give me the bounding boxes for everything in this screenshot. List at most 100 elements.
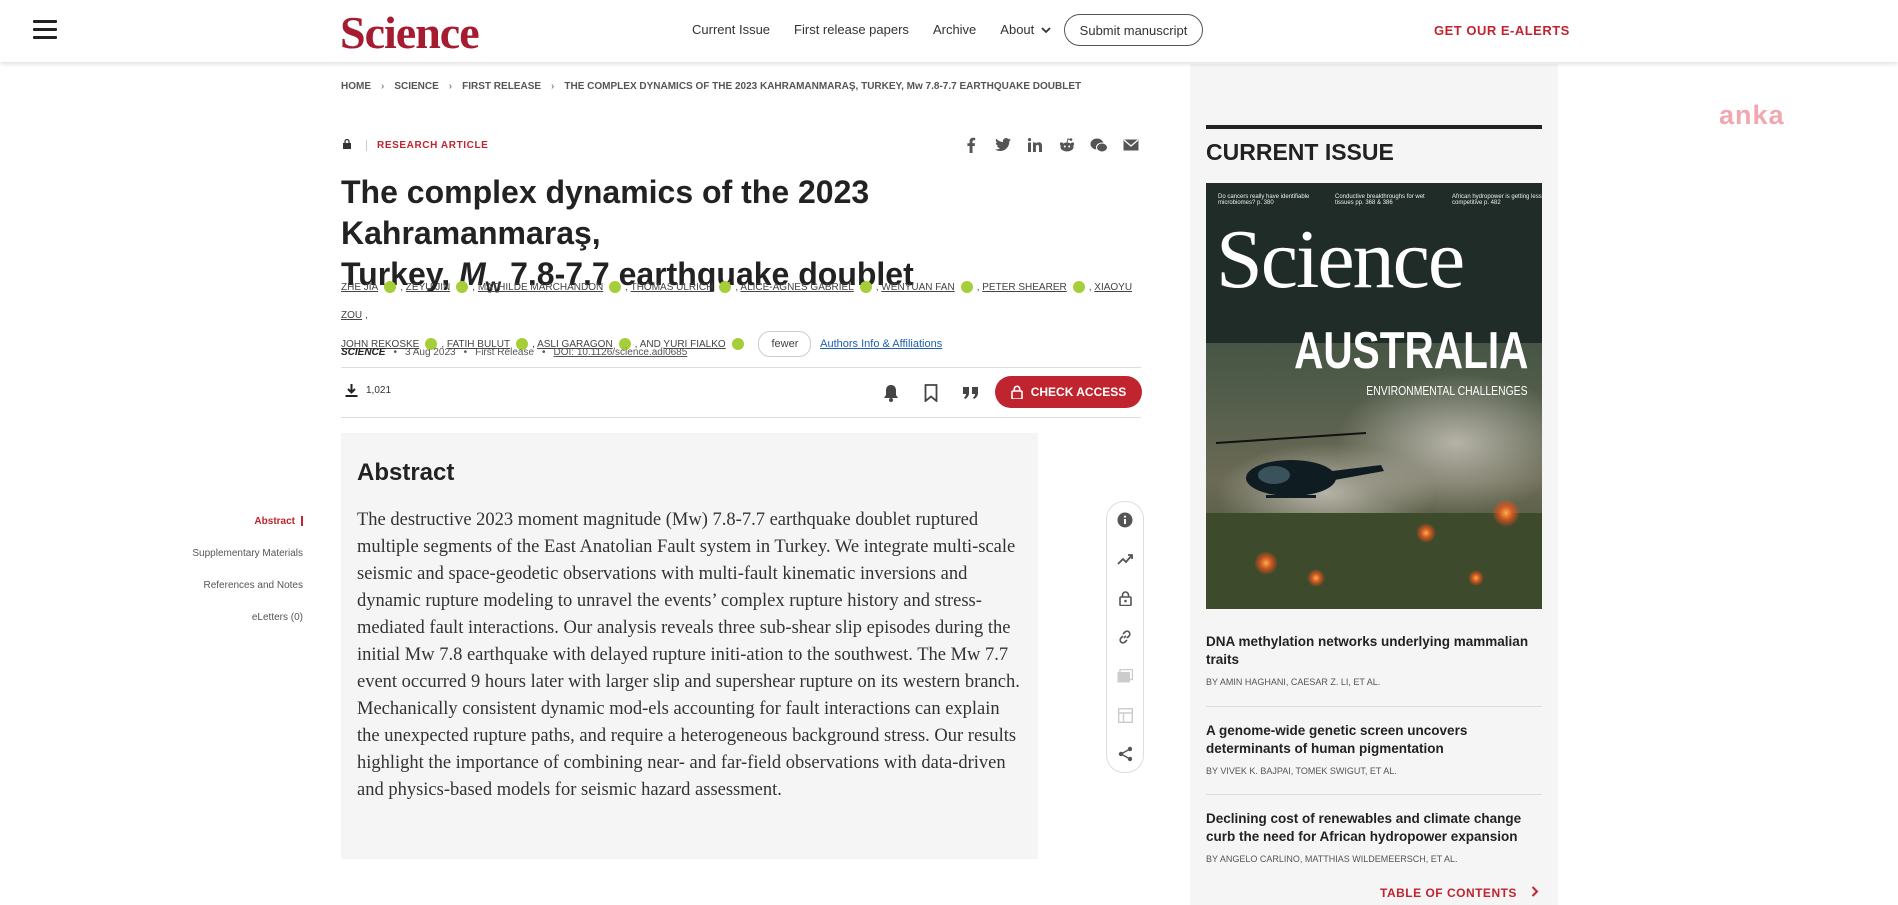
toc-label: TABLE OF CONTENTS <box>1380 886 1517 900</box>
issue-article-item[interactable]: DNA methylation networks underlying mamm… <box>1206 633 1542 687</box>
wechat-icon[interactable] <box>1090 136 1108 154</box>
breadcrumb-current: THE COMPLEX DYNAMICS OF THE 2023 KAHRAMA… <box>564 81 1082 92</box>
downloads: 1,021 <box>345 384 391 397</box>
doi-link[interactable]: DOI: 10.1126/science.adi0685 <box>554 347 688 358</box>
release-status: First Release <box>475 347 534 358</box>
cover-teasers: Do cancers really have identifiable micr… <box>1218 194 1542 206</box>
orcid-icon[interactable] <box>719 281 732 294</box>
facebook-icon[interactable] <box>962 136 980 154</box>
cover-teaser: Conductive breakthroughs for wet tissues… <box>1335 194 1425 206</box>
orcid-icon[interactable] <box>1072 281 1085 294</box>
divider <box>1206 794 1542 795</box>
current-issue-heading: CURRENT ISSUE <box>1206 139 1394 165</box>
nav-first-release[interactable]: First release papers <box>794 22 909 37</box>
abstract-section: Abstract The destructive 2023 moment mag… <box>341 433 1038 859</box>
cover-teaser: Do cancers really have identifiable micr… <box>1218 194 1310 206</box>
linkedin-icon[interactable] <box>1026 136 1044 154</box>
submit-manuscript-button[interactable]: Submit manuscript <box>1064 14 1203 46</box>
e-alerts-link[interactable]: GET OUR E-ALERTS <box>1434 23 1570 38</box>
breadcrumb: HOME › SCIENCE › FIRST RELEASE › THE COMPLE… <box>341 81 1081 92</box>
bookmark-icon[interactable] <box>921 383 941 403</box>
issue-article-title[interactable]: Declining cost of renewables and climate… <box>1206 810 1542 846</box>
download-icon[interactable] <box>345 384 358 397</box>
breadcrumb-home[interactable]: HOME <box>341 81 371 92</box>
chevron-right-icon <box>1531 886 1539 897</box>
trend-chart-icon[interactable] <box>1115 549 1135 569</box>
section-nav-references[interactable]: References and Notes <box>192 580 303 612</box>
info-icon[interactable] <box>1115 510 1135 530</box>
action-icons <box>881 383 981 403</box>
cover-teaser: African hydropower is getting less compe… <box>1452 194 1542 206</box>
orcid-icon[interactable] <box>456 281 469 294</box>
breadcrumb-first-release[interactable]: FIRST RELEASE <box>462 81 541 92</box>
authors-affiliations-link[interactable]: Authors Info & Affiliations <box>820 338 942 350</box>
author-link[interactable]: ALICE-AGNES GABRIEL <box>740 282 853 293</box>
author-link[interactable]: PETER SHEARER <box>982 282 1066 293</box>
orcid-icon[interactable] <box>960 281 973 294</box>
orcid-icon[interactable] <box>859 281 872 294</box>
nav-archive[interactable]: Archive <box>933 22 976 37</box>
issue-article-item[interactable]: A genome-wide genetic screen uncovers de… <box>1206 722 1542 776</box>
check-access-label: CHECK ACCESS <box>1030 385 1127 399</box>
section-nav-eletters[interactable]: eLetters (0) <box>192 612 303 644</box>
figures-icon[interactable] <box>1115 666 1135 686</box>
issue-article-item[interactable]: Declining cost of renewables and climate… <box>1206 810 1542 864</box>
abstract-heading: Abstract <box>357 459 455 486</box>
article-action-bar: 1,021 CHECK ACCESS <box>341 367 1142 418</box>
hamburger-menu-icon[interactable] <box>33 20 57 40</box>
check-access-button[interactable]: CHECK ACCESS <box>995 376 1142 408</box>
orcid-icon[interactable] <box>731 338 744 351</box>
orcid-icon[interactable] <box>384 281 397 294</box>
main-nav: Current Issue First release papers Archi… <box>692 22 1051 37</box>
orcid-icon[interactable] <box>609 281 622 294</box>
twitter-icon[interactable] <box>994 136 1012 154</box>
issue-article-authors: BY AMIN HAGHANI, CAESAR Z. LI, ET AL. <box>1206 677 1381 687</box>
section-nav-abstract[interactable]: Abstract <box>192 516 303 548</box>
issue-cover-image[interactable]: Do cancers really have identifiable micr… <box>1206 183 1542 609</box>
table-of-contents-link[interactable]: TABLE OF CONTENTS <box>1380 886 1539 900</box>
email-icon[interactable] <box>1122 136 1140 154</box>
author-link[interactable]: WENYUAN FAN <box>881 282 954 293</box>
meta-separator: • <box>463 347 468 358</box>
link-icon[interactable] <box>1115 627 1135 647</box>
cover-logo: Science <box>1216 213 1465 306</box>
share-icon[interactable] <box>1115 744 1135 764</box>
author-link[interactable]: THOMAS ULRICH <box>631 282 714 293</box>
floating-toolbar <box>1106 501 1144 773</box>
science-logo[interactable]: Science <box>340 6 480 59</box>
meta-separator: • <box>393 347 397 358</box>
article-section-nav: Abstract Supplementary Materials Referen… <box>192 516 303 644</box>
issue-article-title[interactable]: A genome-wide genetic screen uncovers de… <box>1206 722 1542 758</box>
download-count: 1,021 <box>366 385 392 396</box>
share-bar <box>962 136 1140 154</box>
lock-icon <box>1010 385 1023 399</box>
breadcrumb-science[interactable]: SCIENCE <box>394 81 438 92</box>
ad-logo[interactable]: anka <box>1719 100 1785 131</box>
lock-icon <box>343 139 351 149</box>
reddit-icon[interactable] <box>1058 136 1076 154</box>
author-link[interactable]: MATHILDE MARCHANDON <box>478 282 603 293</box>
author-link[interactable]: ZHE JIA <box>341 282 378 293</box>
article-type: RESEARCH ARTICLE <box>366 140 488 151</box>
cite-quote-icon[interactable] <box>961 383 981 403</box>
chevron-right-icon: › <box>448 81 453 92</box>
divider <box>1206 706 1542 707</box>
nav-about-label: About <box>1000 22 1035 37</box>
fewer-authors-button[interactable]: fewer <box>758 331 812 358</box>
issue-article-title[interactable]: DNA methylation networks underlying mamm… <box>1206 633 1542 669</box>
article-meta: SCIENCE • 3 Aug 2023 • First Release • DOI:… <box>341 347 687 358</box>
nav-about[interactable]: About <box>1000 22 1051 37</box>
current-issue-sidebar: CURRENT ISSUE Do cancers really have ide… <box>1190 64 1558 905</box>
section-rule <box>1206 125 1542 129</box>
table-icon[interactable] <box>1115 705 1135 725</box>
lock-icon[interactable] <box>1115 588 1135 608</box>
chevron-right-icon: › <box>381 81 385 92</box>
meta-separator: • <box>542 347 546 358</box>
title-line-1: The complex dynamics of the 2023 Kahrama… <box>341 174 870 251</box>
section-nav-supplementary[interactable]: Supplementary Materials <box>192 548 303 580</box>
journal-name: SCIENCE <box>341 347 386 358</box>
author-link[interactable]: ZEYU JIN <box>406 282 450 293</box>
nav-current-issue[interactable]: Current Issue <box>692 22 770 37</box>
chevron-down-icon <box>1041 27 1051 34</box>
bell-icon[interactable] <box>881 383 901 403</box>
